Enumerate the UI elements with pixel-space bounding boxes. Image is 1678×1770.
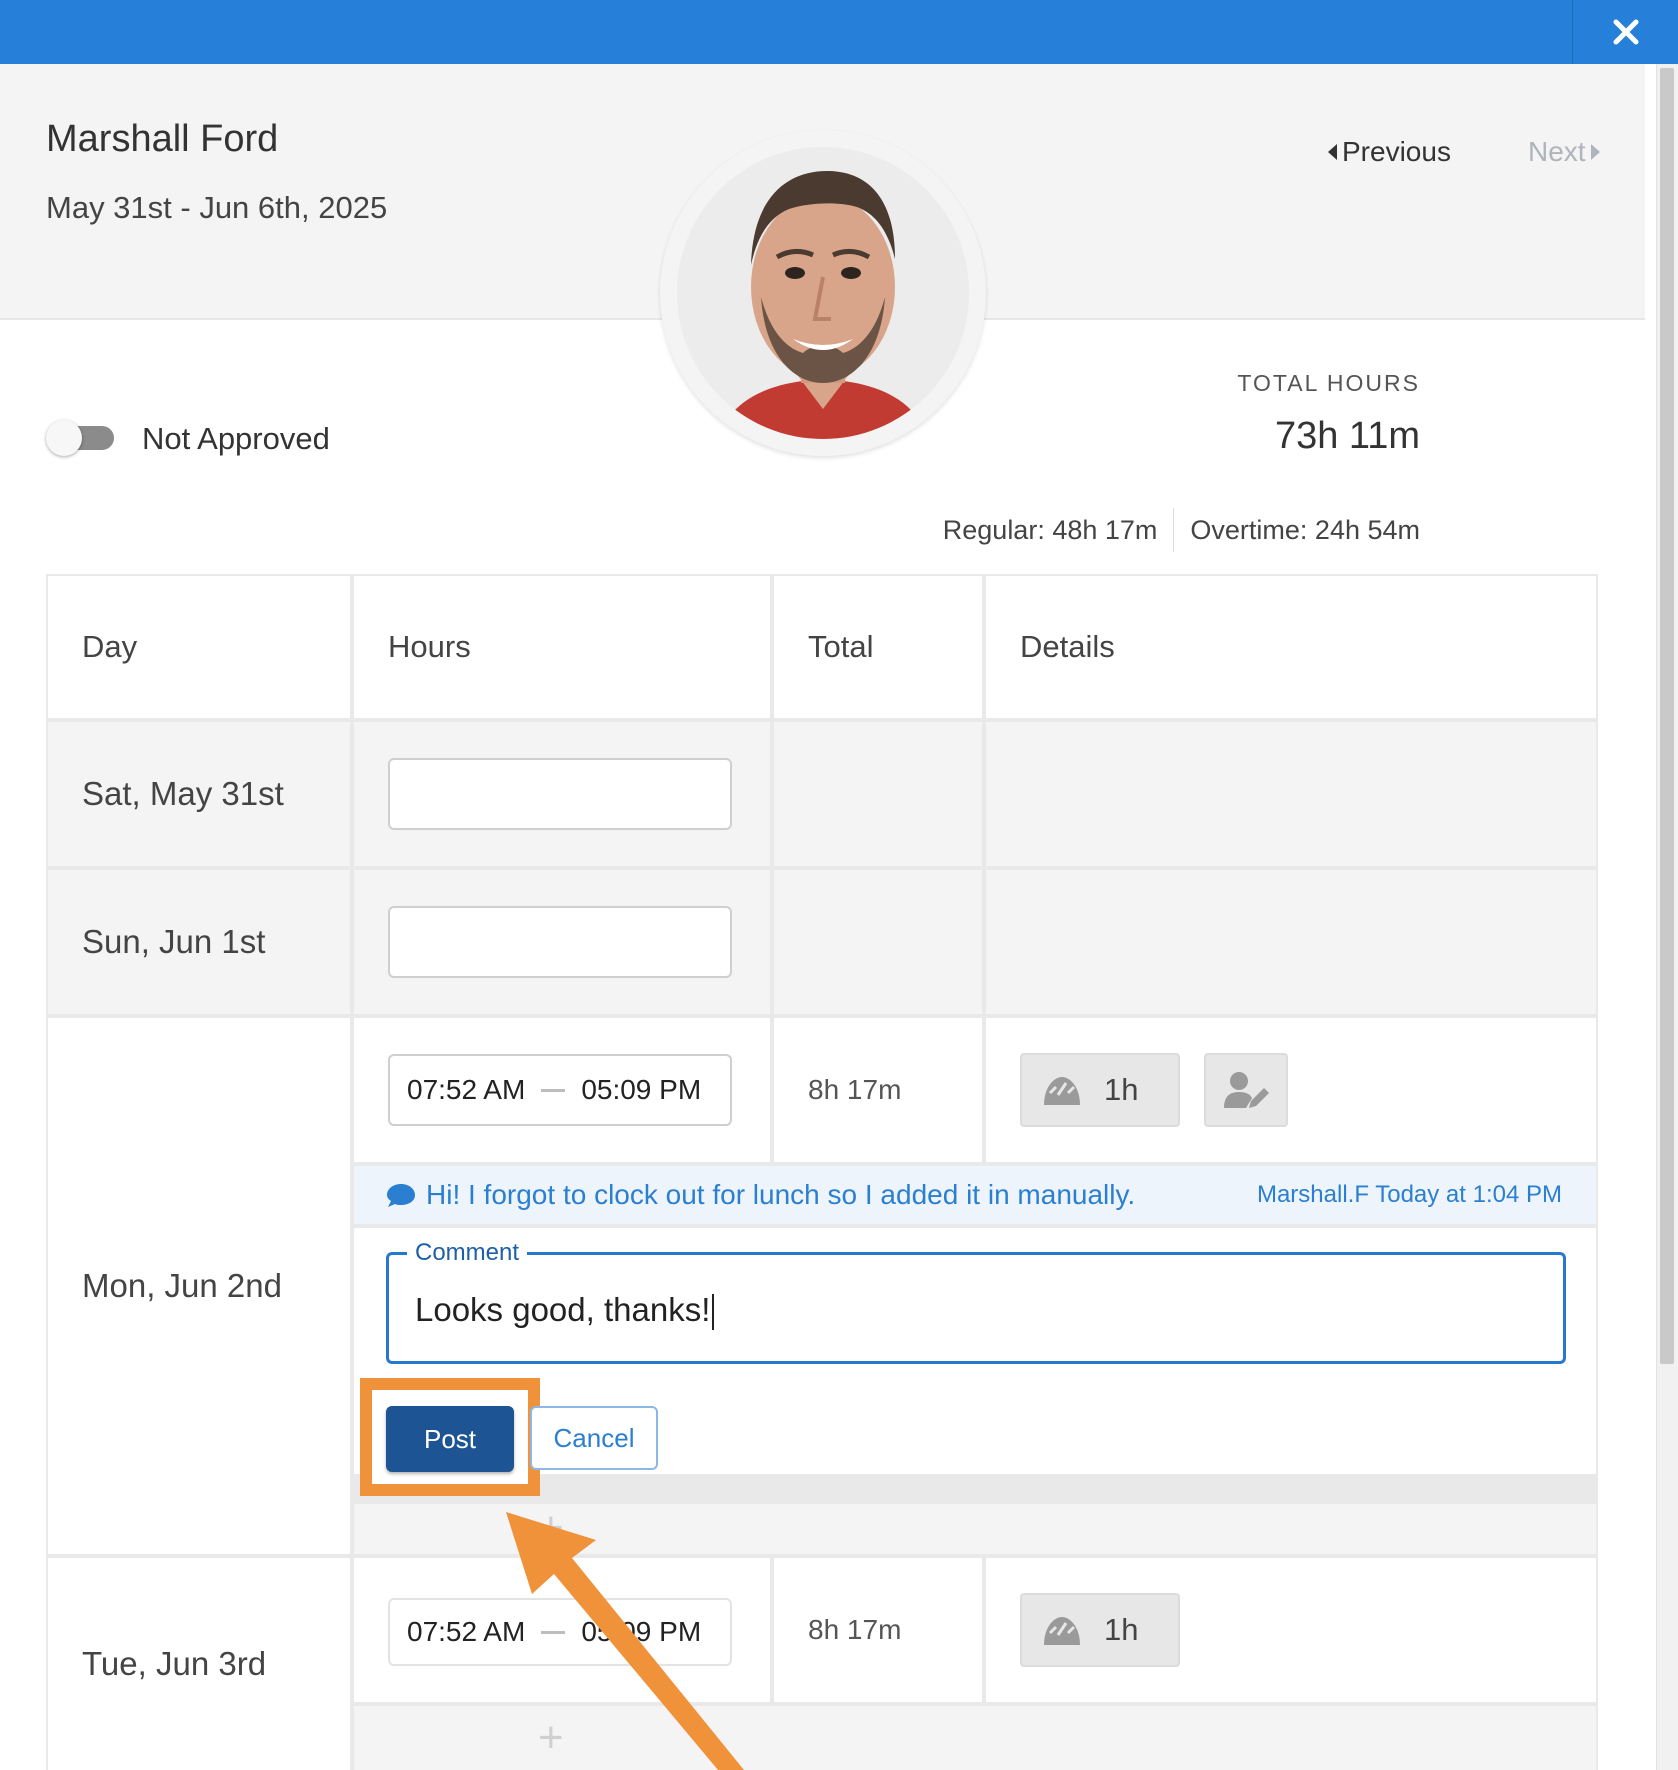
- plus-icon[interactable]: +: [538, 1716, 564, 1760]
- previous-label: Previous: [1342, 136, 1451, 167]
- hours-cell: 07:52 AM 05:09 PM: [354, 1018, 770, 1162]
- comment-label: Comment: [407, 1239, 528, 1267]
- approval-status: Not Approved: [142, 421, 330, 456]
- total-hours-value: 73h 11m: [1274, 415, 1420, 457]
- total-hours-caption: TOTAL HOURS: [1237, 370, 1420, 396]
- column-header-total: Total: [774, 576, 982, 718]
- break-chip[interactable]: 1h: [1020, 1593, 1180, 1667]
- day-cell: Tue, Jun 3rd: [48, 1558, 350, 1770]
- total-cell: 8h 17m: [774, 1558, 982, 1702]
- start-time: 07:52 AM: [407, 1616, 526, 1647]
- close-icon: [1613, 19, 1638, 45]
- hours-cell: 07:52 AM 05:09 PM: [354, 1558, 770, 1702]
- total-cell: 8h 17m: [774, 1018, 982, 1162]
- details-cell: 1h: [986, 1558, 1596, 1702]
- scrollbar[interactable]: [1656, 64, 1678, 1770]
- column-header-day: Day: [48, 576, 350, 718]
- pay-period: May 31st - Jun 6th, 2025: [46, 190, 388, 225]
- avatar-ring: [660, 130, 986, 456]
- caret-left-icon: [1328, 144, 1337, 160]
- hours-cell: [354, 722, 770, 866]
- comment-icon: [387, 1184, 415, 1207]
- details-cell: [986, 870, 1596, 1014]
- hours-cell: [354, 870, 770, 1014]
- close-button[interactable]: [1573, 0, 1678, 64]
- total-cell: [774, 870, 982, 1014]
- breakdown-divider: [1173, 508, 1175, 552]
- comment-field[interactable]: Comment Looks good, thanks!: [386, 1239, 1566, 1364]
- break-duration: 1h: [1104, 1072, 1139, 1107]
- caret-right-icon: [1590, 144, 1600, 160]
- break-duration: 1h: [1104, 1612, 1139, 1647]
- end-time: 05:09 PM: [581, 1074, 702, 1105]
- add-entry-row: +: [354, 1504, 1596, 1554]
- regular-hours: Regular: 48h 17m: [942, 514, 1158, 545]
- employee-note: Hi! I forgot to clock out for lunch so I…: [354, 1166, 1596, 1224]
- cancel-button[interactable]: Cancel: [530, 1406, 658, 1470]
- manual-edit-chip[interactable]: [1204, 1053, 1288, 1127]
- avatar: [677, 147, 969, 439]
- day-cell: Sat, May 31st: [48, 722, 350, 866]
- comment-input[interactable]: Looks good, thanks!: [415, 1291, 1515, 1331]
- previous-link[interactable]: Previous: [1326, 136, 1451, 168]
- next-label: Next: [1528, 136, 1586, 167]
- end-time: 05:09 PM: [581, 1616, 702, 1647]
- approval-toggle[interactable]: [46, 420, 114, 456]
- overtime-hours: Overtime: 24h 54m: [1190, 514, 1420, 545]
- break-icon: [1044, 1077, 1080, 1105]
- post-button[interactable]: Post: [386, 1406, 514, 1472]
- day-cell: Mon, Jun 2nd: [48, 1018, 350, 1554]
- hours-breakdown: Regular: 48h 17m Overtime: 24h 54m: [943, 508, 1420, 552]
- column-header-details: Details: [986, 576, 1596, 718]
- break-icon: [1044, 1617, 1080, 1645]
- plus-icon[interactable]: +: [538, 1506, 564, 1550]
- hours-input-empty[interactable]: [388, 758, 732, 830]
- comment-area: Comment Looks good, thanks! Post Cancel: [354, 1228, 1596, 1496]
- day-cell: Sun, Jun 1st: [48, 870, 350, 1014]
- modal-top-bar: [0, 0, 1678, 64]
- user-edit-icon: [1224, 1072, 1269, 1108]
- next-link: Next: [1528, 136, 1602, 168]
- start-time: 07:52 AM: [407, 1074, 526, 1105]
- break-chip[interactable]: 1h: [1020, 1053, 1180, 1127]
- details-cell: 1h: [986, 1018, 1596, 1162]
- details-cell: [986, 722, 1596, 866]
- note-text: Hi! I forgot to clock out for lunch so I…: [426, 1179, 1136, 1210]
- employee-name: Marshall Ford: [46, 118, 279, 160]
- note-meta: Marshall.F Today at 1:04 PM: [1256, 1181, 1562, 1208]
- time-separator: [541, 1630, 566, 1634]
- toggle-knob: [46, 420, 82, 456]
- hours-input[interactable]: 07:52 AM 05:09 PM: [388, 1054, 732, 1126]
- scrollbar-thumb[interactable]: [1660, 68, 1674, 1364]
- timesheet-table: Day Hours Total Details Sat, May 31st Su…: [46, 574, 1598, 1770]
- add-entry-row: +: [354, 1706, 1596, 1770]
- hours-input[interactable]: 07:52 AM 05:09 PM: [388, 1598, 732, 1666]
- total-cell: [774, 722, 982, 866]
- text-caret: [712, 1294, 715, 1331]
- hours-input-empty[interactable]: [388, 906, 732, 978]
- time-separator: [541, 1088, 566, 1092]
- comment-text: Looks good, thanks!: [415, 1291, 711, 1328]
- column-header-hours: Hours: [354, 576, 770, 718]
